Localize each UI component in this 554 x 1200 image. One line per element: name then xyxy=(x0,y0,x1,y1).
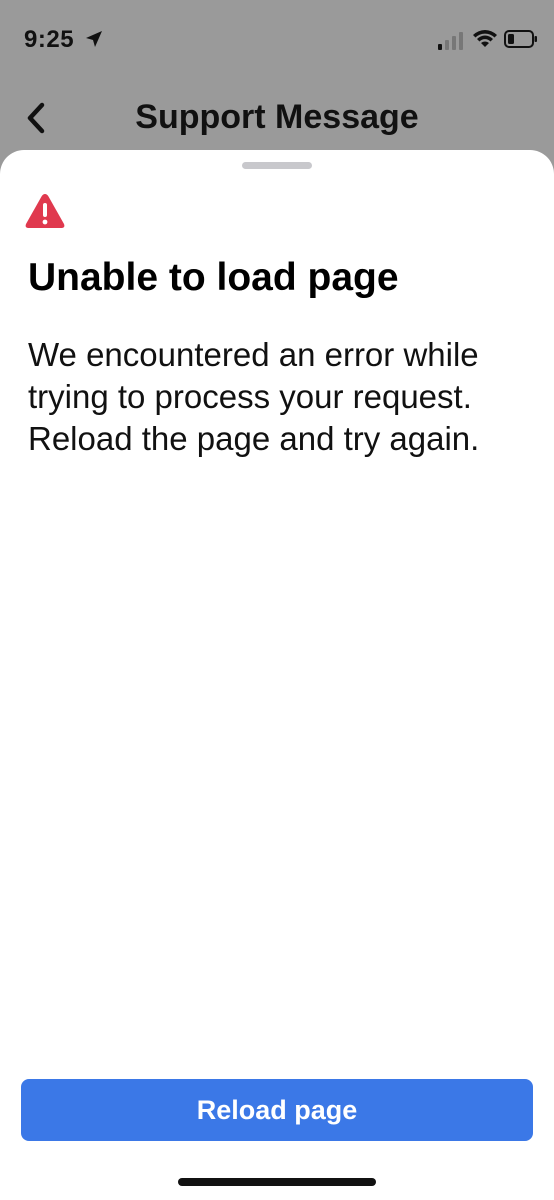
home-indicator[interactable] xyxy=(178,1178,376,1186)
warning-triangle-icon xyxy=(25,194,65,228)
cellular-signal-icon xyxy=(438,32,463,50)
wifi-icon xyxy=(473,30,497,47)
page-title: Support Message xyxy=(135,98,419,136)
reload-page-button[interactable]: Reload page xyxy=(21,1079,533,1141)
screen: 9:25 Support Message Unable to load page… xyxy=(0,0,554,1200)
battery-icon xyxy=(504,30,537,48)
error-message: We encountered an error while trying to … xyxy=(28,336,480,458)
status-time: 9:25 xyxy=(24,26,75,53)
sheet-grabber[interactable] xyxy=(242,162,312,169)
status-bar: 9:25 xyxy=(0,0,554,80)
location-arrow-icon xyxy=(86,31,102,47)
error-sheet: Unable to load page We encountered an er… xyxy=(0,150,554,1200)
nav-bar: Support Message xyxy=(0,88,554,148)
error-title: Unable to load page xyxy=(28,256,399,299)
